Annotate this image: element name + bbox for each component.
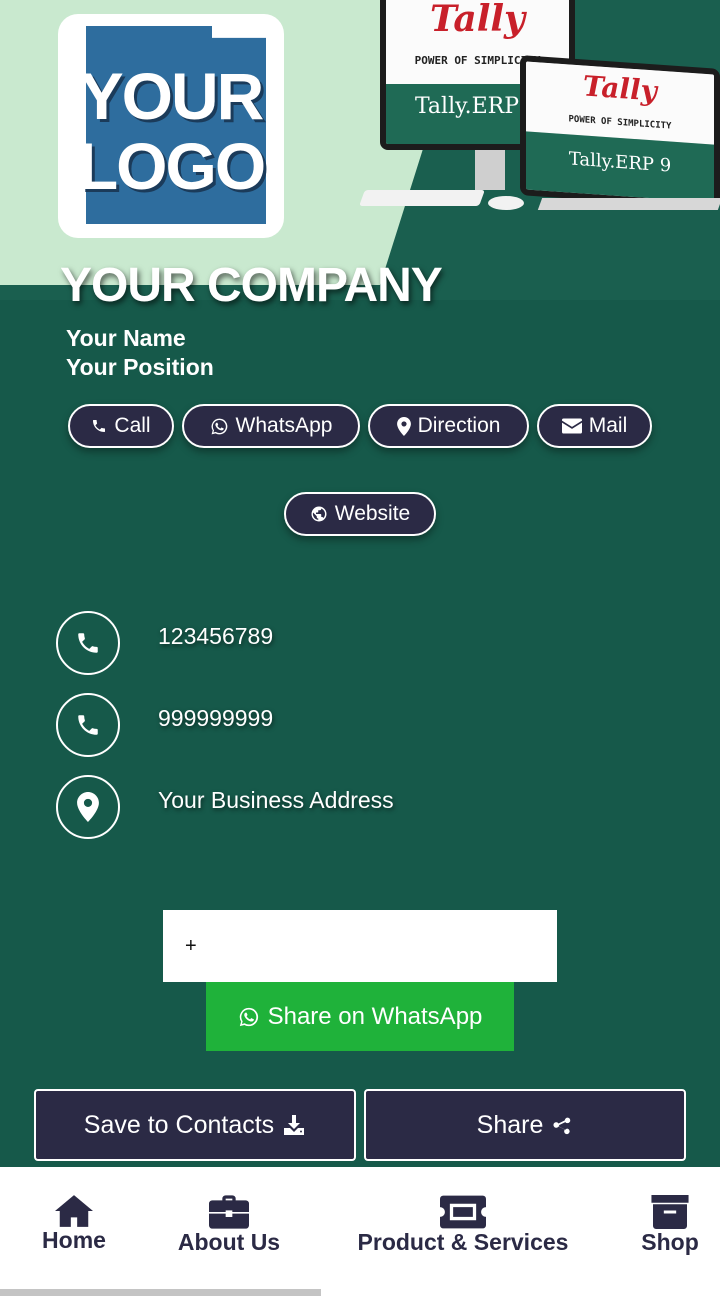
laptop-tagline: POWER OF SIMPLICITY [568, 114, 672, 132]
map-marker-icon [77, 792, 99, 822]
address-text[interactable]: Your Business Address [158, 787, 394, 814]
company-logo: YOUR LOGO [58, 14, 284, 238]
nav-shop[interactable]: Shop [636, 1195, 704, 1256]
whatsapp-label: WhatsApp [235, 414, 333, 437]
logo-text-line1: YOUR [79, 59, 265, 133]
company-name: YOUR COMPANY [60, 259, 443, 312]
save-to-contacts-button[interactable]: Save to Contacts [34, 1089, 356, 1161]
phone1-text[interactable]: 123456789 [158, 623, 273, 650]
share-on-whatsapp-button[interactable]: Share on WhatsApp [206, 982, 514, 1051]
mouse-image [488, 196, 524, 210]
bottom-navigation: Home About Us Product & Services Shop [0, 1167, 720, 1296]
share-icon [553, 1117, 571, 1135]
share-label: Share [476, 1110, 544, 1139]
hero-banner: Tally POWER OF SIMPLICITY Tally.ERP 9 Ta… [0, 0, 720, 300]
globe-icon [311, 506, 327, 522]
direction-button[interactable]: Direction [368, 404, 529, 448]
whatsapp-button[interactable]: WhatsApp [182, 404, 360, 448]
phone-icon [78, 715, 98, 735]
nav-scrollbar[interactable] [0, 1289, 321, 1296]
envelope-icon [561, 418, 582, 434]
mail-button[interactable]: Mail [537, 404, 652, 448]
share-on-whatsapp-label: Share on WhatsApp [267, 1002, 483, 1030]
phone-icon [78, 633, 98, 653]
website-button[interactable]: Website [284, 492, 436, 536]
nav-product-services[interactable]: Product & Services [346, 1195, 580, 1256]
home-icon [55, 1195, 93, 1227]
save-to-contacts-label: Save to Contacts [83, 1110, 275, 1139]
whatsapp-number-value: + [185, 934, 197, 957]
phone1-icon-circle[interactable] [56, 611, 120, 675]
archive-box-icon [651, 1195, 689, 1229]
laptop-product: Tally.ERP 9 [568, 148, 672, 177]
map-marker-icon [396, 416, 411, 436]
phone-icon [93, 420, 106, 432]
keyboard-image [359, 190, 485, 206]
direction-label: Direction [417, 414, 501, 437]
laptop-brand: Tally [583, 69, 657, 108]
nav-about-us-label: About Us [177, 1229, 281, 1255]
laptop-base [537, 198, 720, 210]
download-icon [284, 1115, 305, 1135]
person-position: Your Position [66, 354, 214, 380]
laptop-image: Tally POWER OF SIMPLICITY Tally.ERP 9 [520, 55, 720, 209]
address-icon-circle[interactable] [56, 775, 120, 839]
phone2-text[interactable]: 999999999 [158, 705, 273, 732]
phone2-icon-circle[interactable] [56, 693, 120, 757]
website-label: Website [334, 502, 411, 525]
briefcase-icon [209, 1195, 249, 1229]
call-label: Call [114, 414, 151, 437]
logo-text-line2: LOGO [77, 129, 266, 203]
whatsapp-number-input[interactable]: + [163, 910, 557, 982]
monitor-brand: Tally [430, 0, 525, 40]
whatsapp-icon [211, 418, 227, 434]
whatsapp-icon [239, 1007, 258, 1026]
nav-home-label: Home [42, 1227, 106, 1253]
ticket-icon [440, 1195, 486, 1229]
person-name: Your Name [66, 325, 186, 351]
mail-label: Mail [588, 414, 628, 437]
nav-about-us[interactable]: About Us [170, 1195, 288, 1256]
nav-product-services-label: Product & Services [357, 1229, 569, 1255]
monitor-stand [475, 150, 505, 190]
call-button[interactable]: Call [68, 404, 174, 448]
share-button[interactable]: Share [364, 1089, 686, 1161]
nav-home[interactable]: Home [36, 1195, 112, 1254]
nav-shop-label: Shop [641, 1229, 699, 1255]
